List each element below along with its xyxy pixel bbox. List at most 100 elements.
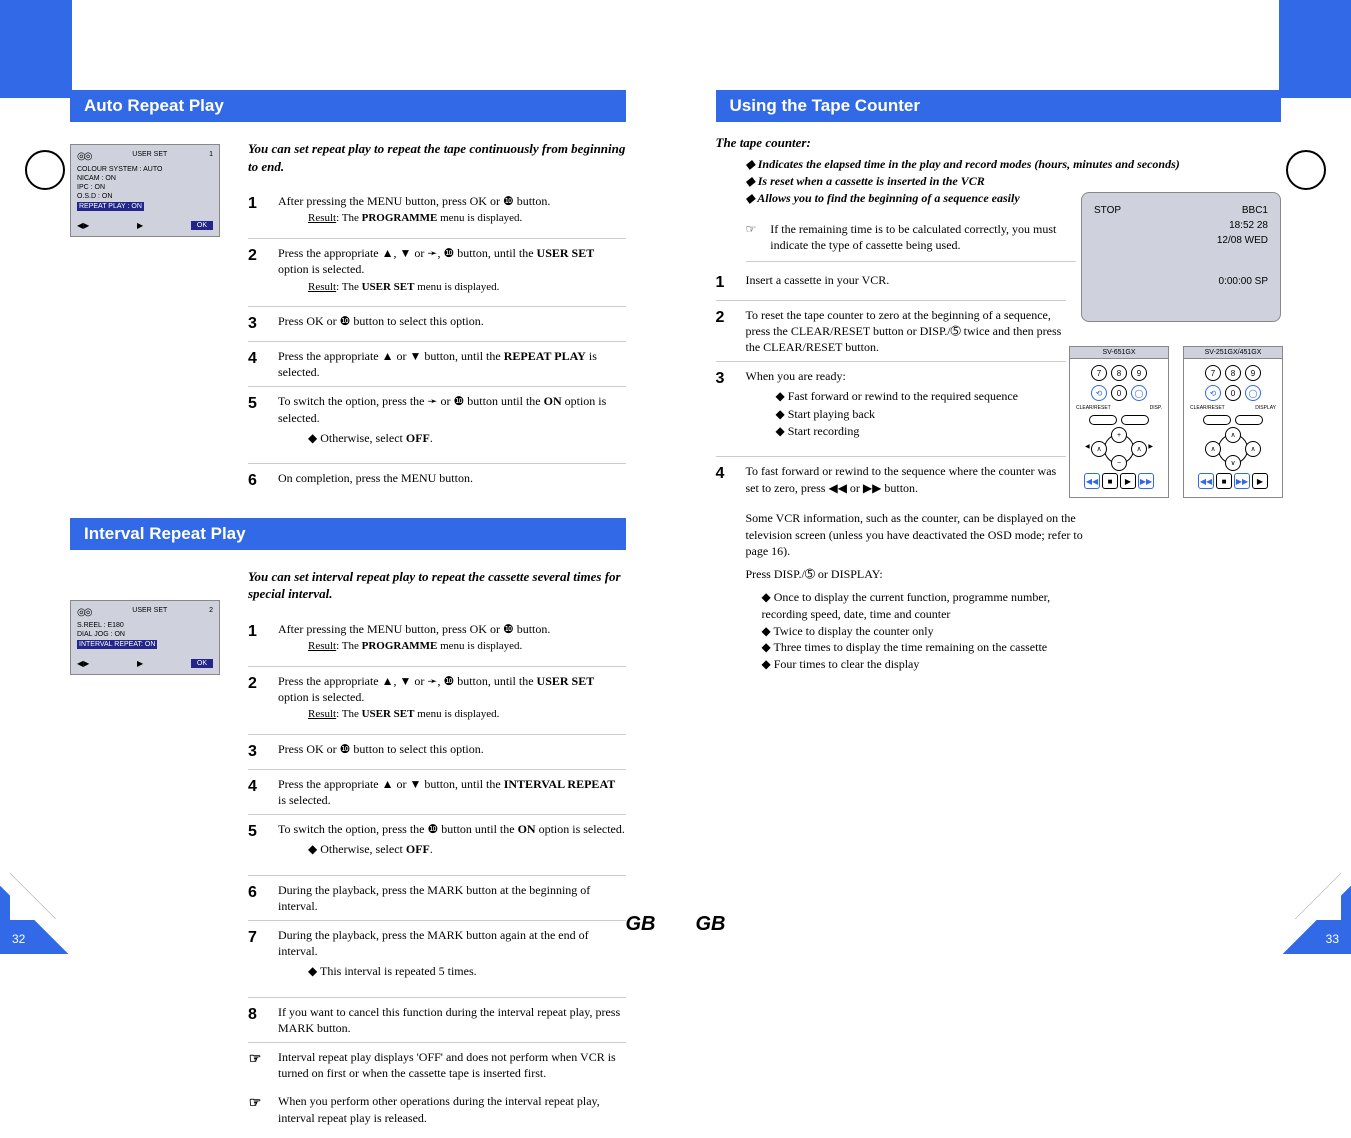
mini-screen-a: ◎◎ USER SET 1 COLOUR SYSTEM : AUTO NICAM…	[70, 144, 220, 237]
title-auto-repeat: Auto Repeat Play	[70, 90, 626, 122]
transport-icons: ◀◀■▶▶▶	[1190, 473, 1276, 489]
tail-para-2: Press DISP./➄ or DISPLAY:	[746, 566, 1086, 583]
remote-caption: SV-651GX	[1070, 347, 1168, 359]
step-num: 2	[716, 307, 734, 356]
section-a-body: ◎◎ USER SET 1 COLOUR SYSTEM : AUTO NICAM…	[70, 134, 626, 504]
left-top-strip	[0, 0, 72, 98]
step-num: 7	[248, 927, 266, 991]
remote-caption: SV-251GX/451GX	[1184, 347, 1282, 359]
clear-reset-button-icon: ⟲	[1091, 385, 1107, 401]
disp-button-icon: ◯	[1131, 385, 1147, 401]
step-sublist: This interval is repeated 5 times.	[308, 963, 626, 980]
step-text: During the playback, press the MARK butt…	[278, 882, 626, 914]
step-num: 4	[248, 776, 266, 808]
note-block: If the remaining time is to be calculate…	[746, 221, 1076, 262]
osd-counter: 0:00:00 SP	[1094, 276, 1268, 287]
step-text: Press OK or ❿ button to select this opti…	[278, 313, 626, 335]
remote-diagrams: SV-651GX 789 ⟲0◯ CLEAR/RESETDISP. +− ∧∧ …	[1069, 346, 1283, 498]
region-label: GB	[696, 913, 726, 936]
step-num: 4	[248, 348, 266, 380]
remote-b: SV-251GX/451GX 789 ⟲0◯ CLEAR/RESETDISPLA…	[1183, 346, 1283, 498]
mini-item: S.REEL : E180	[77, 622, 213, 629]
step-num: 2	[248, 673, 266, 728]
osd-screen: STOPBBC1 18:52 28 12/08 WED 0:00:00 SP	[1081, 192, 1281, 322]
note-text: If the remaining time is to be calculate…	[770, 221, 1075, 253]
step-text: Press the appropriate ▲, ▼ or ➛, ❿ butto…	[278, 674, 594, 704]
step-text: Press the appropriate ▲ or ▼ button, unt…	[278, 776, 626, 808]
step-text: After pressing the MENU button, press OK…	[278, 622, 550, 636]
step-num: 5	[248, 393, 266, 457]
mini-item: NICAM : ON	[77, 175, 213, 182]
right-top-strip	[1279, 0, 1351, 98]
mini-page: 1	[209, 151, 213, 162]
display-button-icon: ◯	[1245, 385, 1261, 401]
dial-circle-left	[25, 150, 65, 190]
mini-title: USER SET	[132, 607, 167, 618]
step-num: 3	[248, 741, 266, 763]
step-num: 3	[248, 313, 266, 335]
clear-reset-label: CLEAR/RESET	[1190, 405, 1225, 411]
osd-channel: BBC1	[1242, 205, 1268, 216]
mini-selected: REPEAT PLAY : ON	[77, 202, 144, 211]
hand-icon	[746, 221, 757, 253]
page-number: 32	[12, 932, 25, 946]
remote-a: SV-651GX 789 ⟲0◯ CLEAR/RESETDISP. +− ∧∧ …	[1069, 346, 1169, 498]
note-text: Interval repeat play displays 'OFF' and …	[278, 1049, 626, 1081]
title-interval-repeat: Interval Repeat Play	[70, 518, 626, 550]
step-result: Result: The USER SET menu is displayed.	[308, 280, 626, 295]
play-icon: ▶	[137, 221, 143, 230]
mini-selected: INTERVAL REPEAT: ON	[77, 640, 157, 649]
intro-a: You can set repeat play to repeat the ta…	[248, 140, 626, 175]
cassette-icon: ◎◎	[77, 607, 90, 618]
ok-badge: OK	[191, 221, 213, 230]
step-text: To reset the tape counter to zero at the…	[746, 307, 1066, 356]
step-num: 1	[716, 272, 734, 294]
step-num: 8	[248, 1004, 266, 1036]
tail-list: Once to display the current function, pr…	[762, 589, 1092, 673]
step-text: To switch the option, press the ➛ or ❿ b…	[278, 394, 606, 424]
step-num: 2	[248, 245, 266, 300]
step-num: 5	[248, 821, 266, 869]
disp-label: DISP.	[1150, 405, 1162, 411]
page-corner-right: 33	[1283, 886, 1351, 954]
mini-item: IPC : ON	[77, 184, 213, 191]
step-text: On completion, press the MENU button.	[278, 470, 626, 492]
step-num: 4	[716, 463, 734, 495]
display-label: DISPLAY	[1255, 405, 1276, 411]
step-num: 3	[716, 368, 734, 450]
mini-item: DIAL JOG : ON	[77, 631, 213, 638]
mini-item: O.S.D : ON	[77, 193, 213, 200]
step-text: To fast forward or rewind to the sequenc…	[746, 463, 1066, 495]
step-text: After pressing the MENU button, press OK…	[278, 194, 550, 208]
hand-icon	[248, 1049, 262, 1068]
region-label: GB	[626, 913, 656, 936]
tail-para-1: Some VCR information, such as the counte…	[746, 510, 1086, 560]
arrows-icon: ◀▶	[77, 221, 89, 230]
step-text: Press the appropriate ▲, ▼ or ➛, ❿ butto…	[278, 246, 594, 276]
step-num: 6	[248, 470, 266, 492]
mini-screen-b: ◎◎ USER SET 2 S.REEL : E180 DIAL JOG : O…	[70, 600, 220, 675]
step-text: When you are ready:	[746, 369, 846, 383]
step-result: Result: The PROGRAMME menu is displayed.	[308, 211, 626, 226]
step-sublist: Fast forward or rewind to the required s…	[776, 388, 1066, 440]
clear-reset-label: CLEAR/RESET	[1076, 405, 1111, 411]
step-text: Press OK or ❿ button to select this opti…	[278, 741, 626, 763]
title-tape-counter: Using the Tape Counter	[716, 90, 1282, 122]
step-sublist: Otherwise, select OFF.	[308, 841, 626, 858]
mini-title: USER SET	[132, 151, 167, 162]
step-text: If you want to cancel this function duri…	[278, 1004, 626, 1036]
transport-icons: ◀◀■▶▶▶	[1076, 473, 1162, 489]
section-b-body: ◎◎ USER SET 2 S.REEL : E180 DIAL JOG : O…	[70, 562, 626, 1138]
step-num: 1	[248, 621, 266, 660]
step-text: Insert a cassette in your VCR.	[746, 272, 1066, 294]
intro-b: You can set interval repeat play to repe…	[248, 568, 626, 603]
left-page: Auto Repeat Play ◎◎ USER SET 1 COLOUR SY…	[0, 0, 676, 954]
step-sublist: Otherwise, select OFF.	[308, 430, 626, 447]
osd-time: 18:52 28	[1094, 220, 1268, 231]
hand-icon	[248, 1093, 262, 1112]
play-icon: ▶	[137, 659, 143, 668]
mini-page: 2	[209, 607, 213, 618]
clear-reset-button-icon: ⟲	[1205, 385, 1221, 401]
cassette-icon: ◎◎	[77, 151, 90, 162]
right-page: Using the Tape Counter The tape counter:…	[676, 0, 1351, 954]
